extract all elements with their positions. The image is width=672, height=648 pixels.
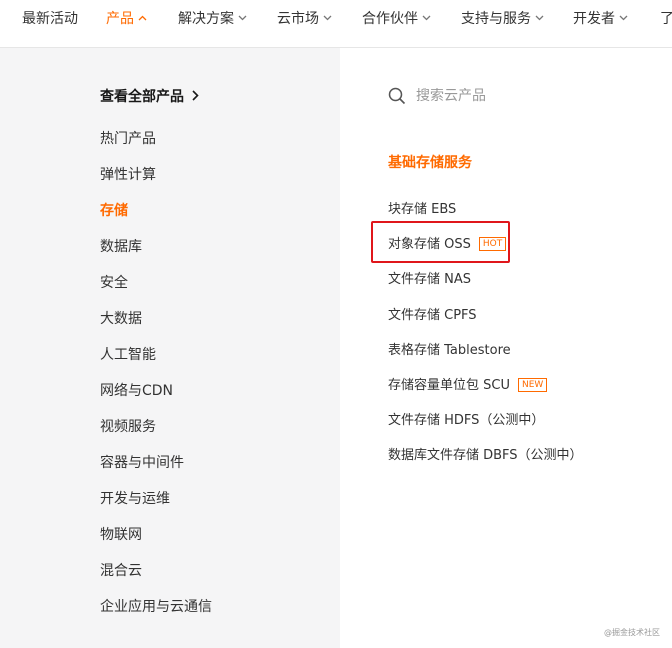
product-label: 数据库文件存储 DBFS（公测中） xyxy=(388,448,583,464)
sidebar-category[interactable]: 企业应用与云通信 xyxy=(100,596,212,616)
product-label: 文件存储 HDFS（公测中） xyxy=(388,413,545,429)
chevron-down-icon xyxy=(619,15,628,20)
chevron-down-icon xyxy=(422,15,431,20)
sidebar-category[interactable]: 开发与运维 xyxy=(100,488,170,508)
product-link[interactable]: 文件存储 CPFS xyxy=(388,304,477,323)
product-link[interactable]: 对象存储 OSS HOT xyxy=(388,233,507,253)
sidebar-category[interactable]: 弹性计算 xyxy=(100,164,156,184)
product-label: 对象存储 OSS xyxy=(388,237,471,253)
sidebar-category[interactable]: 混合云 xyxy=(100,560,142,580)
nav-item-2[interactable]: 解决方案 xyxy=(178,0,247,47)
nav-item-6[interactable]: 开发者 xyxy=(573,0,628,47)
sidebar-category[interactable]: 热门产品 xyxy=(100,128,156,148)
watermark: @掘金技术社区 xyxy=(604,628,660,637)
nav-item-label: 开发者 xyxy=(573,11,615,27)
chevron-right-icon xyxy=(192,90,199,101)
product-link[interactable]: 存储容量单位包 SCU NEW xyxy=(388,374,548,393)
nav-item-label: 支持与服务 xyxy=(461,11,531,27)
view-all-products-link[interactable]: 查看全部产品 xyxy=(100,86,199,106)
product-badge: NEW xyxy=(517,377,548,392)
product-label: 文件存储 CPFS xyxy=(388,307,477,323)
sidebar-category[interactable]: 视频服务 xyxy=(100,416,156,436)
product-link[interactable]: 数据库文件存储 DBFS（公测中） xyxy=(388,444,583,463)
view-all-label: 查看全部产品 xyxy=(100,89,184,105)
product-label: 块存储 EBS xyxy=(388,202,457,217)
nav-item-7[interactable]: 了 xyxy=(660,0,672,47)
nav-item-label: 合作伙伴 xyxy=(362,11,418,27)
nav-item-label: 解决方案 xyxy=(178,11,234,27)
product-search[interactable] xyxy=(388,82,672,110)
product-category-sidebar: 查看全部产品 热门产品弹性计算存储数据库安全大数据人工智能网络与CDN 视频服务容… xyxy=(0,48,340,648)
nav-item-3[interactable]: 云市场 xyxy=(277,0,332,47)
product-panel: 基础存储服务 块存储 EBS 对象存储 OSS HOT 文件存储 NAS 文件存储 CP… xyxy=(340,48,672,648)
sidebar-category[interactable]: 物联网 xyxy=(100,524,142,544)
product-link[interactable]: 文件存储 NAS xyxy=(388,268,471,287)
chevron-down-icon xyxy=(535,15,544,20)
sidebar-category[interactable]: 人工智能 xyxy=(100,344,156,364)
product-label: 存储容量单位包 SCU xyxy=(388,378,510,393)
product-link[interactable]: 块存储 EBS xyxy=(388,198,456,217)
sidebar-category[interactable]: 存储 xyxy=(100,200,128,220)
search-input[interactable] xyxy=(416,88,656,104)
nav-item-label: 了 xyxy=(660,11,672,27)
chevron-down-icon xyxy=(238,15,247,20)
nav-item-1[interactable]: 产品 xyxy=(106,0,147,47)
sidebar-category[interactable]: 大数据 xyxy=(100,308,142,328)
sidebar-category[interactable]: 容器与中间件 xyxy=(100,452,184,472)
top-nav: 最新活动 产品 解决方案 云市场 合作伙伴 支持与服务 开发者 了 xyxy=(0,0,672,48)
product-label: 表格存储 Tablestore xyxy=(388,342,511,358)
chevron-down-icon xyxy=(323,15,332,20)
sidebar-category[interactable]: 网络与CDN xyxy=(100,380,173,400)
nav-item-label: 云市场 xyxy=(277,11,319,27)
nav-item-0[interactable]: 最新活动 xyxy=(22,0,78,47)
nav-item-4[interactable]: 合作伙伴 xyxy=(362,0,431,47)
sidebar-category[interactable]: 安全 xyxy=(100,272,128,292)
section-title: 基础存储服务 xyxy=(388,155,472,171)
magnifier-icon xyxy=(388,87,406,105)
nav-item-label: 产品 xyxy=(106,11,134,27)
product-link[interactable]: 表格存储 Tablestore xyxy=(388,339,511,358)
nav-item-label: 最新活动 xyxy=(22,11,78,27)
nav-item-5[interactable]: 支持与服务 xyxy=(461,0,544,47)
chevron-down-icon xyxy=(138,15,147,20)
sidebar-category[interactable]: 数据库 xyxy=(100,236,142,256)
product-badge: HOT xyxy=(478,236,507,251)
product-link[interactable]: 文件存储 HDFS（公测中） xyxy=(388,409,544,428)
product-label: 文件存储 NAS xyxy=(388,272,472,288)
